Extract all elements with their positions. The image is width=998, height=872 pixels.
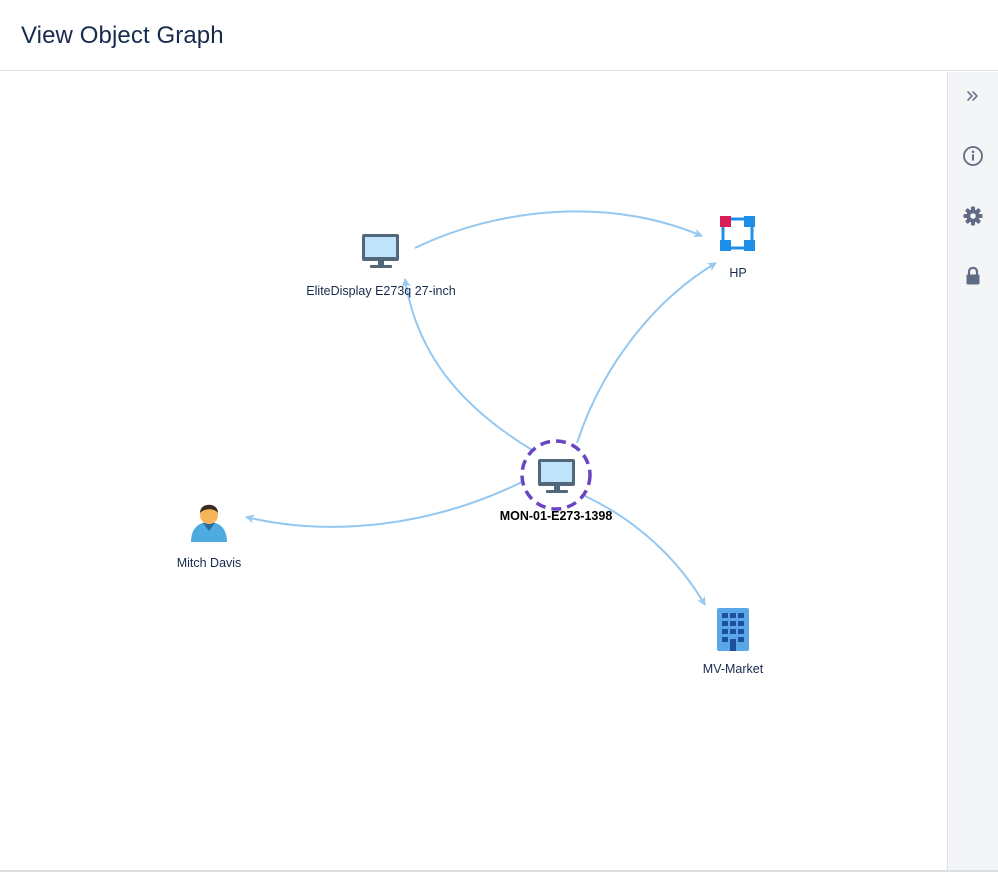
node-label-center: MON-01-E273-1398: [500, 509, 613, 523]
lock-icon: [966, 266, 980, 285]
graph-side-panel: [947, 72, 998, 870]
edge-center-to-hp[interactable]: [576, 262, 717, 444]
graph-svg: EliteDisplay E273q 27-inch HP MON-01-E27…: [177, 210, 764, 676]
collapse-panel-button[interactable]: [959, 82, 987, 110]
graph-node-location[interactable]: MV-Market: [703, 608, 764, 676]
monitor-icon: [362, 234, 399, 268]
graph-node-center[interactable]: MON-01-E273-1398: [500, 439, 613, 523]
double-chevron-right-icon: [967, 91, 978, 101]
object-graph-page: View Object Graph EliteDisplay E273q 27-…: [0, 0, 998, 872]
edge-center-to-display[interactable]: [401, 278, 533, 451]
person-icon: [191, 504, 227, 542]
lock-button[interactable]: [959, 262, 987, 290]
node-label-hp: HP: [729, 266, 746, 280]
page-header: View Object Graph: [0, 0, 998, 71]
page-title: View Object Graph: [21, 22, 224, 49]
edge-display-to-hp[interactable]: [414, 210, 703, 249]
info-icon: [963, 146, 983, 166]
graph-node-person[interactable]: Mitch Davis: [177, 504, 242, 570]
node-label-person: Mitch Davis: [177, 556, 242, 570]
gear-icon: [963, 206, 983, 226]
graph-node-hp[interactable]: HP: [720, 216, 755, 280]
info-button[interactable]: [959, 142, 987, 170]
graph-edges: [245, 210, 717, 606]
edge-center-to-person[interactable]: [245, 481, 523, 528]
node-label-location: MV-Market: [703, 662, 764, 676]
node-label-display: EliteDisplay E273q 27-inch: [306, 284, 455, 298]
graph-node-display[interactable]: EliteDisplay E273q 27-inch: [306, 234, 456, 298]
settings-button[interactable]: [959, 202, 987, 230]
graph-canvas[interactable]: EliteDisplay E273q 27-inch HP MON-01-E27…: [0, 72, 947, 870]
manufacturer-icon: [720, 216, 755, 251]
building-icon: [717, 608, 749, 651]
